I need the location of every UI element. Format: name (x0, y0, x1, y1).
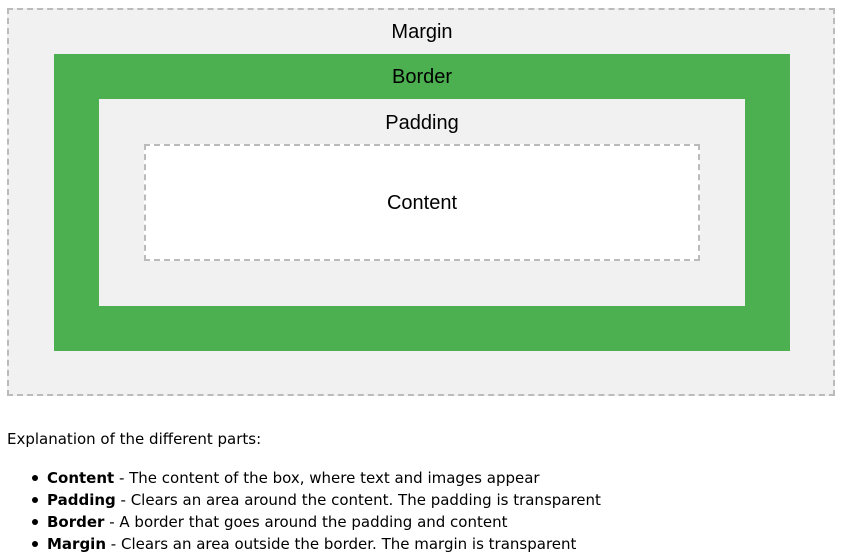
term-content: Content (47, 469, 115, 487)
term-margin: Margin (47, 535, 107, 553)
list-item-content: Content - The content of the box, where … (32, 467, 601, 489)
list-item-border: Border - A border that goes around the p… (32, 511, 601, 533)
explanation-heading: Explanation of the different parts: (7, 430, 262, 448)
list-item-margin: Margin - Clears an area outside the bord… (32, 533, 601, 555)
content-label: Content (386, 192, 458, 214)
parts-list: Content - The content of the box, where … (7, 467, 601, 555)
border-label: Border (391, 66, 453, 88)
list-item-padding: Padding - Clears an area around the cont… (32, 489, 601, 511)
description-margin: - Clears an area outside the border. The… (106, 535, 577, 553)
description-border: - A border that goes around the padding … (104, 513, 508, 531)
margin-label: Margin (391, 21, 453, 43)
term-border: Border (47, 513, 105, 531)
description-content: - The content of the box, where text and… (114, 469, 540, 487)
padding-label: Padding (385, 112, 459, 134)
term-padding: Padding (47, 491, 116, 509)
description-padding: - Clears an area around the content. The… (115, 491, 601, 509)
